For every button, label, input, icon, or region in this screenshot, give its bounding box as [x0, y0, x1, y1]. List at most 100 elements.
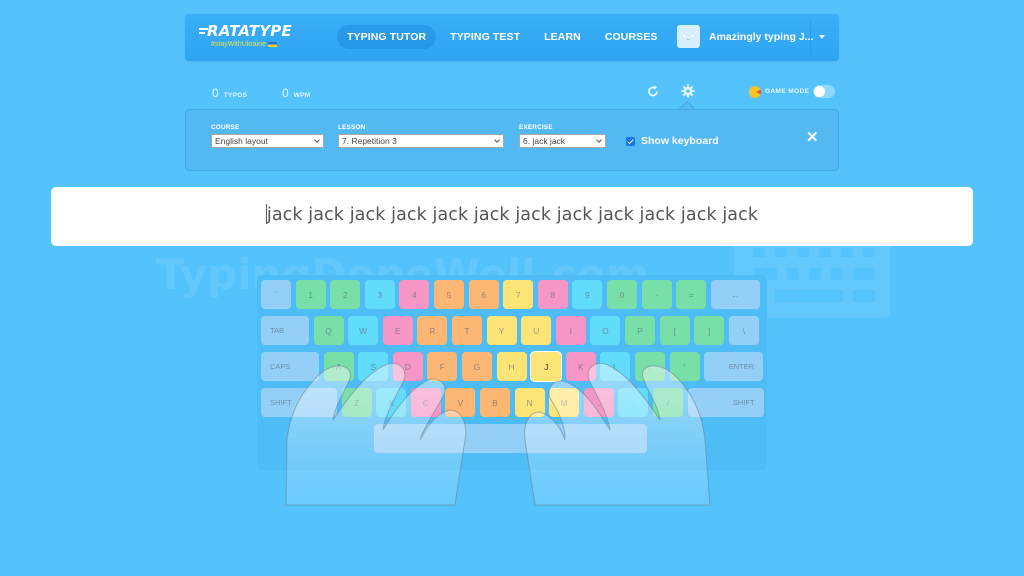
- key-5[interactable]: 5: [434, 280, 464, 309]
- key-s[interactable]: S: [358, 352, 389, 381]
- typos-label: TYPOS: [223, 92, 248, 99]
- key-r[interactable]: R: [417, 316, 448, 345]
- key-a[interactable]: A: [323, 352, 354, 381]
- key-t[interactable]: T: [452, 316, 482, 345]
- key-k61[interactable]: =: [676, 280, 707, 309]
- key-k39[interactable]: ': [669, 352, 700, 381]
- key-p[interactable]: P: [625, 316, 655, 345]
- toggle-knob: [814, 86, 826, 97]
- key-label: 9: [585, 289, 590, 300]
- key-k44[interactable]: ,: [583, 388, 614, 417]
- key-label: TAB: [270, 326, 285, 335]
- key-2[interactable]: 2: [330, 280, 361, 309]
- key-shift[interactable]: SHIFT: [687, 388, 764, 417]
- exercise-select[interactable]: 6. jack jack: [519, 134, 606, 148]
- key-label: B: [492, 397, 498, 408]
- lesson-select[interactable]: 7. Repetition 3: [338, 134, 504, 148]
- robot-face-icon[interactable]: [677, 25, 700, 48]
- key-g[interactable]: G: [462, 352, 492, 381]
- key-7[interactable]: 7: [503, 280, 534, 309]
- key-o[interactable]: O: [590, 316, 621, 345]
- key-k91[interactable]: [: [659, 316, 690, 345]
- key-e[interactable]: E: [382, 316, 413, 345]
- key-w[interactable]: W: [348, 316, 379, 345]
- nav-learn[interactable]: LEARN: [534, 25, 591, 49]
- key-f[interactable]: F: [427, 352, 458, 381]
- key-d[interactable]: D: [392, 352, 423, 381]
- key-y[interactable]: Y: [486, 316, 517, 345]
- exercise-field: EXERCISE 6. jack jack: [519, 124, 606, 148]
- key-label: .: [632, 397, 635, 408]
- exercise-text: jack jack jack jack jack jack jack jack …: [266, 205, 759, 225]
- key-caps[interactable]: CAPS: [261, 352, 319, 381]
- key-label: 8: [550, 289, 556, 300]
- key-k45[interactable]: -: [641, 280, 672, 309]
- key-q[interactable]: Q: [313, 316, 344, 345]
- close-icon[interactable]: ✕: [806, 130, 819, 146]
- key-label: X: [388, 397, 395, 408]
- nav-typing-tutor[interactable]: TYPING TUTOR: [337, 25, 437, 49]
- game-mode-control[interactable]: GAME MODE: [749, 85, 836, 98]
- key-label: P: [637, 325, 643, 336]
- key-label: D: [404, 361, 411, 372]
- key-k96[interactable]: `: [261, 280, 291, 309]
- key-k93[interactable]: ]: [694, 316, 725, 345]
- chevron-down-icon: [596, 137, 602, 143]
- gear-icon[interactable]: [681, 84, 695, 101]
- nav-courses[interactable]: COURSES: [595, 25, 668, 49]
- key-label: E: [394, 325, 401, 336]
- key-label: ENTER: [728, 362, 755, 371]
- show-keyboard-checkbox[interactable]: [626, 136, 635, 146]
- game-mode-toggle[interactable]: [813, 85, 836, 98]
- key-h[interactable]: H: [496, 352, 527, 381]
- key-z[interactable]: Z: [341, 388, 372, 417]
- key-1[interactable]: 1: [295, 280, 326, 309]
- key-label: I: [569, 325, 572, 336]
- key-4[interactable]: 4: [399, 280, 430, 309]
- key-label: S: [370, 361, 377, 372]
- wpm-counter: 0 WPM: [282, 86, 310, 100]
- caret-down-icon[interactable]: [819, 35, 825, 39]
- key-m[interactable]: M: [549, 388, 580, 417]
- key-k92[interactable]: \: [728, 316, 759, 345]
- show-keyboard-option[interactable]: Show keyboard: [626, 135, 719, 147]
- course-select[interactable]: English layout: [211, 134, 324, 148]
- key-label: -: [655, 289, 659, 300]
- user-menu[interactable]: Amazingly typing J...: [677, 25, 813, 48]
- typos-value: 0: [212, 86, 219, 100]
- key-x[interactable]: X: [376, 388, 407, 417]
- key-u[interactable]: U: [521, 316, 552, 345]
- key-b[interactable]: B: [480, 388, 510, 417]
- key-0[interactable]: 0: [607, 280, 637, 309]
- key-n[interactable]: N: [514, 388, 545, 417]
- key-3[interactable]: 3: [364, 280, 395, 309]
- key-label: K: [577, 361, 584, 372]
- key-k46[interactable]: .: [618, 388, 649, 417]
- key-k[interactable]: K: [565, 352, 596, 381]
- key-v[interactable]: V: [445, 388, 476, 417]
- ratatype-logo[interactable]: RATATYPE #stayWithUkraine: [199, 22, 309, 54]
- key-label: O: [602, 325, 609, 336]
- lesson-label: LESSON: [338, 124, 366, 131]
- key-8[interactable]: 8: [537, 280, 568, 309]
- key-k47[interactable]: /: [653, 388, 683, 417]
- key-9[interactable]: 9: [572, 280, 603, 309]
- key-enter[interactable]: ENTER: [704, 352, 764, 381]
- key-c[interactable]: C: [410, 388, 441, 417]
- nav-typing-test[interactable]: TYPING TEST: [440, 25, 530, 49]
- key-space[interactable]: [374, 424, 647, 453]
- top-nav-bar: RATATYPE #stayWithUkraine TYPING TUTOR T…: [185, 14, 839, 61]
- key-l[interactable]: L: [600, 352, 631, 381]
- key-j[interactable]: J: [530, 351, 563, 382]
- key-k59[interactable]: ;: [635, 352, 665, 381]
- course-label: COURSE: [211, 124, 240, 131]
- key-i[interactable]: I: [555, 316, 586, 345]
- username[interactable]: Amazingly typing J...: [709, 31, 813, 43]
- key-shift[interactable]: SHIFT: [261, 388, 337, 417]
- show-keyboard-label[interactable]: Show keyboard: [641, 135, 719, 147]
- key-label: ←: [731, 289, 740, 300]
- key-k8592[interactable]: ←: [710, 280, 760, 309]
- key-tab[interactable]: TAB: [261, 316, 309, 345]
- key-6[interactable]: 6: [468, 280, 499, 309]
- restart-icon[interactable]: [647, 84, 659, 101]
